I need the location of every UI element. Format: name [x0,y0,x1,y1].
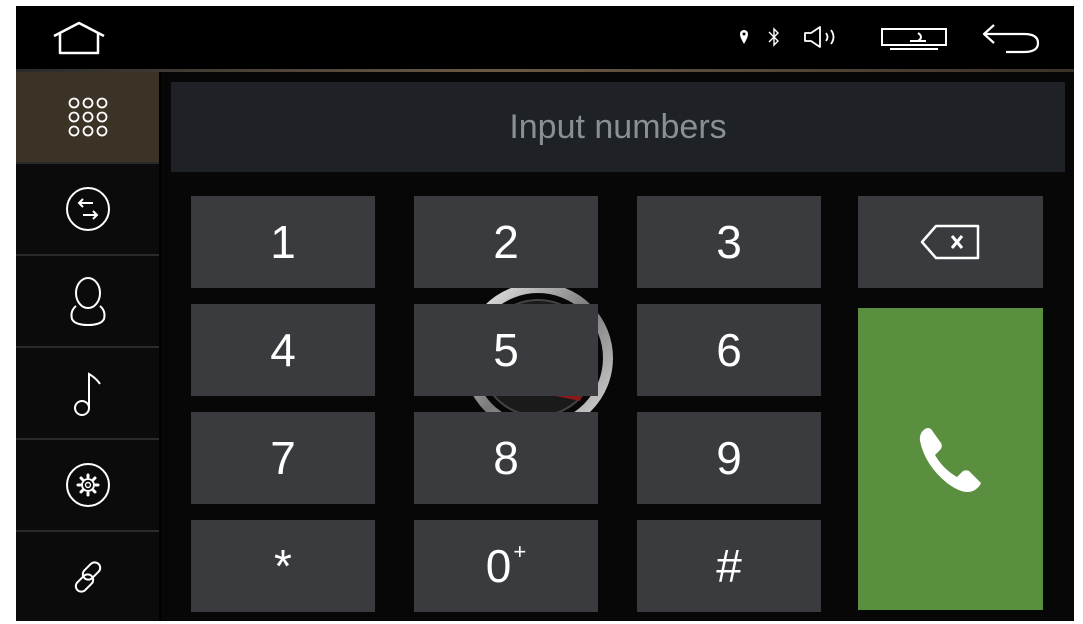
key-label: # [716,540,742,592]
key-star[interactable]: * [191,520,375,612]
dialer-panel: Input numbers 1 2 3 4 5 6 7 8 9 * 0 + # [161,72,1074,621]
number-input-display[interactable]: Input numbers [171,82,1065,172]
location-pin-icon [740,30,748,44]
key-label: 7 [270,432,296,484]
key-4[interactable]: 4 [191,304,375,396]
sidebar-item-music[interactable] [16,348,159,438]
back-arrow-icon[interactable] [980,21,1044,55]
key-7[interactable]: 7 [191,412,375,504]
key-label: * [274,540,292,592]
key-label: 4 [270,324,296,376]
music-note-icon [73,372,101,416]
dialpad-grid-icon [68,97,107,137]
link-icon [74,561,101,593]
status-bar [16,6,1074,69]
key-label: 8 [493,432,519,484]
key-8[interactable]: 8 [414,412,598,504]
key-label: 3 [716,216,742,268]
key-3[interactable]: 3 [637,196,821,288]
screen-mode-icon[interactable] [880,25,950,51]
call-button[interactable] [858,308,1043,610]
key-label: 2 [493,216,519,268]
sidebar [16,72,159,621]
contact-person-icon [70,277,105,327]
key-superscript: + [513,539,527,564]
key-label: 6 [716,324,742,376]
key-5[interactable]: 5 [414,304,598,396]
volume-icon[interactable] [802,24,842,50]
key-2[interactable]: 2 [414,196,598,288]
key-label: 0 [485,540,512,592]
key-label: 5 [493,324,519,376]
number-input-placeholder: Input numbers [509,107,727,146]
backspace-icon [920,224,979,260]
key-label: 1 [270,216,296,268]
sidebar-item-contacts[interactable] [16,256,159,346]
key-9[interactable]: 9 [637,412,821,504]
key-0[interactable]: 0 + [414,520,598,612]
sidebar-item-dialpad[interactable] [16,72,159,162]
sidebar-item-call-log[interactable] [16,164,159,254]
sidebar-item-pairing[interactable] [16,532,159,621]
sidebar-item-settings[interactable] [16,440,159,530]
backspace-button[interactable] [858,196,1043,288]
phone-call-icon [919,428,981,492]
home-icon[interactable] [50,20,108,56]
call-transfer-icon [65,187,110,231]
bluetooth-icon [768,27,779,47]
key-6[interactable]: 6 [637,304,821,396]
key-1[interactable]: 1 [191,196,375,288]
key-label: 9 [716,432,742,484]
gear-icon [65,463,110,507]
car-head-unit-screen: Input numbers 1 2 3 4 5 6 7 8 9 * 0 + # [16,6,1074,621]
key-hash[interactable]: # [637,520,821,612]
